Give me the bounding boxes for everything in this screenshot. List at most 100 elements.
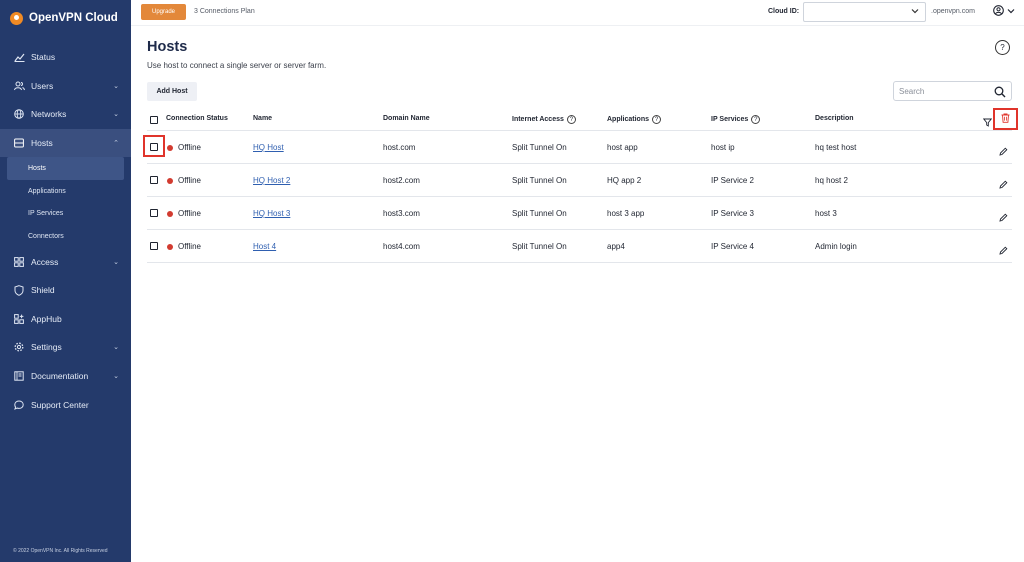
copyright: © 2022 OpenVPN Inc. All Rights Reserved [13,548,108,554]
sidebar-nav: Status Users ⌄ Networks ⌄ Hosts ⌃ Hosts … [0,43,131,419]
cell-ip-services: host ip [711,143,735,152]
sidebar-item-users[interactable]: Users ⌄ [0,72,131,101]
subnav-item-hosts[interactable]: Hosts [7,157,124,180]
brand[interactable]: OpenVPN Cloud [0,0,131,36]
user-avatar-icon[interactable] [993,5,1004,19]
info-icon[interactable]: ? [652,115,662,124]
host-name-link[interactable]: Host 4 [253,242,276,251]
cell-domain: host.com [383,143,416,152]
select-all-checkbox[interactable] [150,116,158,124]
topbar: Upgrade 3 Connections Plan Cloud ID: .op… [131,0,1024,26]
cell-ip-services: IP Service 3 [711,209,754,218]
chart-line-icon [13,53,25,62]
sidebar-item-label: Networks [31,109,67,120]
cell-internet-access: Split Tunnel On [512,209,567,218]
column-connection-status: Connection Status [166,115,228,122]
sidebar-item-label: Documentation [31,371,89,382]
edit-icon[interactable] [999,143,1008,161]
sidebar-item-settings[interactable]: Settings ⌄ [0,333,131,362]
apphub-icon [13,313,25,324]
add-host-button[interactable]: Add Host [147,82,197,101]
edit-icon[interactable] [999,242,1008,260]
cell-name: Host 4 [253,242,276,251]
cell-name: HQ Host 3 [253,209,290,218]
sidebar-item-label: Hosts [31,138,53,149]
column-domain-name: Domain Name [383,115,430,122]
row-checkbox[interactable] [150,143,158,151]
cell-ip-services: IP Service 4 [711,242,754,251]
chevron-down-icon[interactable] [1007,7,1015,16]
table-row[interactable]: Offline HQ Host 2 host2.com Split Tunnel… [147,164,1012,197]
gear-icon [13,342,25,352]
row-checkbox[interactable] [150,176,158,184]
cell-applications: HQ app 2 [607,176,642,185]
chat-icon [13,400,25,410]
cell-applications: app4 [607,242,625,251]
cell-status: Offline [178,176,201,185]
help-icon[interactable]: ? [995,40,1010,55]
sidebar-item-hosts[interactable]: Hosts ⌃ [0,128,131,158]
sidebar-item-label: Access [31,256,59,267]
host-name-link[interactable]: HQ Host [253,143,284,152]
upgrade-button[interactable]: Upgrade [141,4,186,20]
table-row[interactable]: Offline HQ Host 3 host3.com Split Tunnel… [147,197,1012,230]
table-row[interactable]: Offline Host 4 host4.com Split Tunnel On… [147,230,1012,263]
sidebar-item-shield[interactable]: Shield [0,276,131,305]
sidebar-item-status[interactable]: Status [0,43,131,72]
row-checkbox[interactable] [150,209,158,217]
info-icon[interactable]: ? [566,115,576,124]
cell-status: Offline [178,143,201,152]
chevron-down-icon: ⌄ [113,111,119,119]
sidebar-item-apphub[interactable]: AppHub [0,305,131,334]
column-internet-access: Internet Access? [512,115,576,124]
sidebar-item-support-center[interactable]: Support Center [0,390,131,419]
edit-icon[interactable] [999,176,1008,194]
chevron-down-icon: ⌄ [113,82,119,90]
sidebar: OpenVPN Cloud Status Users ⌄ Networks ⌄ [0,0,131,562]
subnav-item-connectors[interactable]: Connectors [7,225,124,248]
column-description: Description [815,115,854,122]
cell-name: HQ Host 2 [253,176,290,185]
hosts-subnav: Hosts Applications IP Services Connector… [0,157,131,247]
host-name-link[interactable]: HQ Host 2 [253,176,290,185]
cloud-id-select[interactable] [803,2,926,22]
book-icon [13,371,25,381]
chevron-down-icon: ⌄ [113,344,119,352]
plan-label: 3 Connections Plan [194,8,255,15]
cell-status: Offline [178,209,201,218]
sidebar-item-label: AppHub [31,313,62,324]
column-name: Name [253,115,273,122]
column-label: IP Services [711,116,749,123]
sidebar-item-label: Settings [31,342,62,353]
cell-applications: host 3 app [607,209,645,218]
sidebar-item-networks[interactable]: Networks ⌄ [0,100,131,129]
cell-description: host 3 [815,209,837,218]
sidebar-item-label: Support Center [31,399,89,410]
sidebar-item-label: Status [31,52,56,63]
host-name-link[interactable]: HQ Host 3 [253,209,290,218]
cell-internet-access: Split Tunnel On [512,143,567,152]
grid-icon [13,256,25,267]
offline-status-dot [167,244,173,250]
cell-internet-access: Split Tunnel On [512,242,567,251]
row-checkbox[interactable] [150,242,158,250]
column-label: Internet Access [512,116,564,123]
sidebar-item-documentation[interactable]: Documentation ⌄ [0,362,131,391]
edit-icon[interactable] [999,209,1008,227]
search-icon[interactable] [994,85,1006,103]
subnav-item-applications[interactable]: Applications [7,180,124,203]
table-row[interactable]: Offline HQ Host host.com Split Tunnel On… [143,131,1012,164]
filter-icon[interactable] [982,114,993,132]
info-icon[interactable]: ? [751,115,761,124]
offline-status-dot [167,178,173,184]
subnav-item-ip-services[interactable]: IP Services [7,202,124,225]
column-applications: Applications? [607,115,662,124]
cell-domain: host3.com [383,209,420,218]
trash-icon [1001,110,1010,128]
search-input[interactable] [899,85,989,98]
globe-icon [13,109,25,120]
chevron-down-icon: ⌄ [113,258,119,266]
delete-button[interactable] [993,108,1018,130]
sidebar-item-access[interactable]: Access ⌄ [0,247,131,276]
chevron-down-icon: ⌄ [113,373,119,381]
